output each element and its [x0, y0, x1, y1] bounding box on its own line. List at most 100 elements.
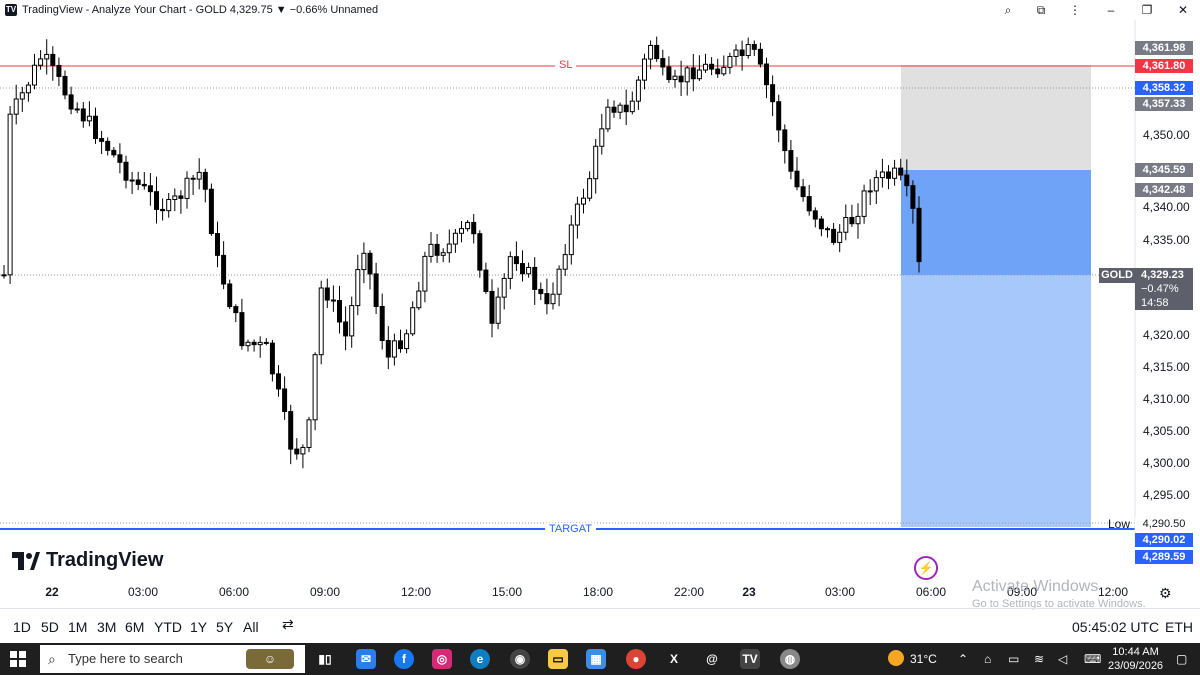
instagram-icon[interactable]: ◎ — [432, 649, 452, 669]
time-axis-label: 18:00 — [582, 585, 614, 599]
candle-body — [770, 84, 776, 103]
price-chart[interactable] — [0, 20, 1200, 540]
candle-body — [343, 321, 349, 337]
candle-body — [324, 287, 330, 301]
candle-body — [684, 67, 690, 83]
range-6m[interactable]: 6M — [125, 619, 144, 635]
candle-body — [398, 340, 403, 350]
target-zone[interactable] — [901, 275, 1091, 527]
candle-body — [672, 75, 678, 81]
range-all[interactable]: All — [243, 619, 259, 635]
chrome-icon[interactable]: ● — [626, 649, 646, 669]
range-1d[interactable]: 1D — [13, 619, 31, 635]
utc-clock[interactable]: 05:45:02 UTC — [1072, 619, 1159, 635]
file-explorer-icon[interactable]: ▭ — [548, 649, 568, 669]
candle-body — [916, 207, 922, 263]
candle-body — [263, 341, 269, 344]
x-icon[interactable]: X — [664, 649, 684, 669]
battery-icon[interactable]: ▭ — [1008, 652, 1019, 666]
threads-icon[interactable]: @ — [702, 649, 722, 669]
restore-icon[interactable]: ❐ — [1136, 2, 1158, 18]
weather-sun-icon[interactable] — [888, 650, 904, 666]
watermark-line1: Activate Windows — [972, 578, 1099, 595]
candle-body — [794, 170, 800, 188]
time-axis-label: 12:00 — [400, 585, 432, 599]
time-axis-label: 03:00 — [127, 585, 159, 599]
camera-icon[interactable]: ◉ — [510, 649, 530, 669]
chart-area[interactable]: SL TARGAT 4,350.00 4,340.00 4,335.00 4,3… — [0, 20, 1200, 547]
candle-body — [385, 340, 391, 358]
window-titlebar: TV TradingView - Analyze Your Chart - GO… — [0, 0, 1200, 20]
candle-body — [373, 273, 379, 307]
extension-icon[interactable]: ⧉ — [1030, 2, 1052, 18]
candle-body — [696, 69, 702, 80]
candle-body — [757, 48, 763, 65]
app-icon[interactable]: ◍ — [780, 649, 800, 669]
time-axis-label: 22:00 — [673, 585, 705, 599]
candle-body — [282, 388, 288, 413]
candle-body — [788, 150, 794, 172]
candle-body — [379, 305, 385, 342]
candle-body — [312, 354, 318, 421]
candle-body — [733, 49, 739, 57]
time-axis[interactable]: 22 03:00 06:00 09:00 12:00 15:00 18:00 2… — [0, 585, 1135, 601]
bottom-toolbar: 1D 5D 1M 3M 6M YTD 1Y 5Y All ⇄ 05:45:02 … — [0, 608, 1200, 643]
candle-body — [879, 171, 885, 179]
range-1y[interactable]: 1Y — [190, 619, 207, 635]
candle-body — [727, 55, 733, 68]
mail-icon[interactable]: ✉ — [356, 649, 376, 669]
candle-body — [800, 186, 806, 198]
candle-body — [294, 448, 300, 455]
windows-start-icon[interactable] — [10, 651, 26, 667]
lightning-icon[interactable]: ⚡ — [914, 556, 938, 580]
volume-icon[interactable]: ◁ — [1058, 652, 1067, 666]
close-icon[interactable]: ✕ — [1172, 2, 1194, 18]
time-axis-label: 03:00 — [824, 585, 856, 599]
candle-body — [886, 171, 891, 179]
candle-body — [306, 419, 312, 448]
candle-body — [221, 254, 227, 285]
candle-body — [257, 341, 263, 346]
wifi-icon[interactable]: ≋ — [1034, 652, 1044, 666]
stop-loss-zone[interactable] — [901, 65, 1091, 170]
task-view-icon[interactable]: ▮▯ — [315, 649, 335, 669]
tradingview-logo[interactable]: TradingView — [12, 549, 163, 572]
taskbar-clock[interactable]: 10:44 AM 23/09/2026 — [1108, 645, 1163, 673]
candle-body — [19, 92, 25, 100]
candle-body — [843, 217, 849, 233]
range-5y[interactable]: 5Y — [216, 619, 233, 635]
candle-body — [233, 306, 239, 314]
range-ytd[interactable]: YTD — [154, 619, 182, 635]
range-1m[interactable]: 1M — [68, 619, 87, 635]
candle-body — [446, 243, 452, 254]
network-icon[interactable]: ⌂ — [984, 652, 991, 666]
chevron-up-icon[interactable]: ⌃ — [958, 652, 968, 666]
tradingview-icon[interactable]: TV — [740, 649, 760, 669]
range-3m[interactable]: 3M — [97, 619, 116, 635]
zoom-icon[interactable]: ⌕ — [997, 2, 1019, 18]
facebook-icon[interactable]: f — [394, 649, 414, 669]
candle-body — [593, 145, 599, 180]
brand-name: TradingView — [46, 549, 164, 571]
candle-body — [276, 373, 281, 390]
edge-icon[interactable]: e — [470, 649, 490, 669]
price-axis-tick: 4,295.00 — [1143, 488, 1190, 502]
candle-body — [141, 183, 147, 187]
candle-body — [611, 106, 617, 113]
entry-zone[interactable] — [901, 170, 1091, 275]
language-icon[interactable]: ⌨ — [1084, 652, 1101, 666]
date-range-icon[interactable]: ⇄ — [282, 616, 302, 636]
candle-body — [489, 290, 495, 324]
menu-icon[interactable]: ⋮ — [1064, 2, 1086, 18]
minimize-icon[interactable]: – — [1100, 2, 1122, 18]
search-highlight-image[interactable]: ☺ — [246, 649, 294, 669]
notification-icon[interactable]: ▢ — [1176, 652, 1187, 666]
candle-body — [648, 44, 654, 60]
candle-body — [855, 215, 861, 225]
symbol-tag: GOLD — [1099, 268, 1135, 283]
store-icon[interactable]: ▦ — [586, 649, 606, 669]
range-5d[interactable]: 5D — [41, 619, 59, 635]
weather-temperature[interactable]: 31°C — [910, 652, 937, 666]
settings-gear-icon[interactable]: ⚙ — [1159, 585, 1172, 602]
session-toggle[interactable]: ETH — [1165, 619, 1193, 635]
